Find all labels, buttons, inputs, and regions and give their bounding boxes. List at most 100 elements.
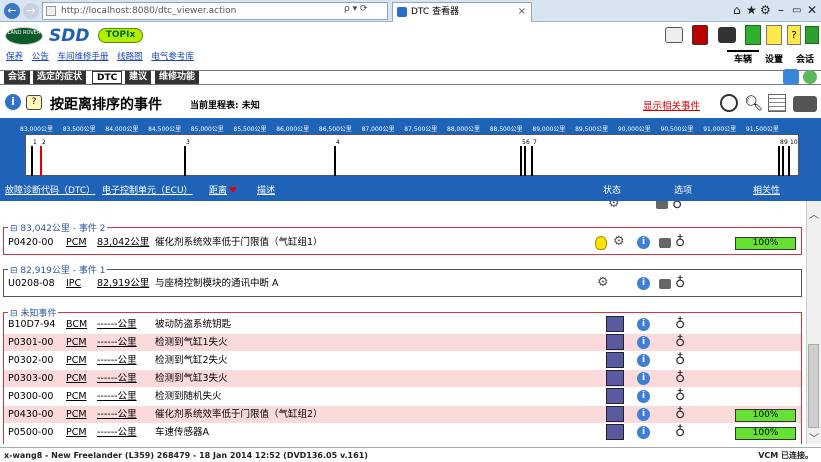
clock-icon[interactable] bbox=[720, 94, 738, 112]
ecu-link[interactable]: PCM bbox=[66, 334, 87, 351]
dtc-info-icon[interactable]: i bbox=[637, 318, 650, 331]
tab-vehicle[interactable]: 车辆 bbox=[727, 50, 759, 65]
distance-link[interactable]: ------公里 bbox=[97, 316, 137, 333]
table-row[interactable]: P0300-00 PCM ------公里 检测到随机失火 i ♁ bbox=[4, 388, 801, 405]
ecu-link[interactable]: PCM bbox=[66, 234, 87, 251]
printer-icon[interactable] bbox=[793, 96, 817, 112]
dtc-info-icon[interactable]: i bbox=[637, 408, 650, 421]
timeline-marker[interactable] bbox=[520, 146, 522, 176]
battery-icon[interactable] bbox=[745, 25, 761, 45]
scroll-down-icon[interactable]: ﹀ bbox=[809, 430, 819, 445]
stethoscope-icon[interactable]: ♁ bbox=[675, 317, 685, 331]
dtc-info-icon[interactable]: i bbox=[637, 390, 650, 403]
print-icon[interactable] bbox=[718, 27, 736, 43]
restore-button[interactable]: ▭ bbox=[792, 5, 801, 16]
tab-service-functions[interactable]: 维修功能 bbox=[155, 71, 200, 84]
ecu-link[interactable]: PCM bbox=[66, 406, 87, 423]
scrollbar-thumb[interactable] bbox=[808, 344, 819, 428]
stethoscope-icon[interactable]: ♁ bbox=[675, 425, 685, 439]
distance-link[interactable]: ------公里 bbox=[97, 388, 137, 405]
table-row[interactable]: P0500-00 PCM ------公里 车速传感器A i ♁ 100% bbox=[4, 424, 801, 441]
distance-link[interactable]: ------公里 bbox=[97, 352, 137, 369]
col-ecu[interactable]: 电子控制单元（ECU） bbox=[102, 182, 193, 201]
table-row[interactable]: B10D7-94 BCM ------公里 被动防盗系统钥匙 i ♁ bbox=[4, 316, 801, 333]
help-question-icon[interactable]: ? bbox=[787, 25, 801, 45]
tab-session-right[interactable]: 会话 bbox=[796, 52, 814, 65]
stethoscope-icon[interactable]: ♁ bbox=[675, 276, 685, 290]
freeze-frame-icon[interactable] bbox=[659, 238, 671, 248]
freeze-frame-icon[interactable] bbox=[656, 201, 668, 209]
favorites-star-icon[interactable]: ★ bbox=[746, 3, 757, 17]
minimize-button[interactable]: – bbox=[778, 3, 784, 17]
vehicle-network-icon[interactable] bbox=[783, 69, 799, 85]
stethoscope-icon[interactable]: ♁ bbox=[675, 407, 685, 421]
tab-selected-symptoms[interactable]: 选定的症状 bbox=[33, 71, 87, 84]
table-row[interactable]: P0301-00 PCM ------公里 检测到气缸1失火 i ♁ bbox=[4, 334, 801, 351]
freeze-frame-icon[interactable] bbox=[659, 279, 671, 289]
timeline-marker[interactable] bbox=[184, 146, 186, 176]
tab-close-icon[interactable]: × bbox=[518, 3, 526, 21]
vci-device-icon[interactable] bbox=[665, 27, 683, 43]
stethoscope-icon[interactable]: ♁ bbox=[675, 353, 685, 367]
dtc-info-icon[interactable]: i bbox=[637, 336, 650, 349]
timeline-marker[interactable] bbox=[334, 146, 336, 176]
browser-tab[interactable]: DTC 查看器 × bbox=[392, 2, 532, 22]
timeline-marker[interactable] bbox=[778, 146, 780, 176]
ecu-link[interactable]: PCM bbox=[66, 388, 87, 405]
timeline-marker[interactable] bbox=[31, 146, 33, 176]
distance-link[interactable]: ------公里 bbox=[97, 424, 137, 441]
col-description[interactable]: 描述 bbox=[257, 182, 275, 201]
link-bulletins[interactable]: 公告 bbox=[32, 52, 49, 62]
tab-session[interactable]: 会话 bbox=[4, 71, 31, 84]
dtc-info-icon[interactable]: i bbox=[637, 426, 650, 439]
address-bar[interactable]: http://localhost:8080/dtc_viewer.action bbox=[42, 2, 388, 20]
distance-link[interactable]: ------公里 bbox=[97, 370, 137, 387]
ecu-link[interactable]: PCM bbox=[66, 352, 87, 369]
ecu-link[interactable]: IPC bbox=[66, 275, 81, 292]
stethoscope-icon[interactable]: ♁ bbox=[675, 235, 685, 249]
ecu-link[interactable]: BCM bbox=[66, 316, 87, 333]
distance-link[interactable]: ------公里 bbox=[97, 406, 137, 423]
exit-icon[interactable] bbox=[805, 26, 819, 44]
link-wiring[interactable]: 线路图 bbox=[117, 52, 143, 62]
timeline-marker[interactable] bbox=[40, 146, 42, 176]
stethoscope-icon[interactable]: ♁ bbox=[675, 371, 685, 385]
search-icon[interactable]: 🔍︎ bbox=[744, 94, 763, 112]
info-icon[interactable]: i bbox=[5, 94, 21, 110]
link-maintenance[interactable]: 保养 bbox=[6, 52, 23, 62]
stethoscope-icon[interactable]: ♁ bbox=[675, 335, 685, 349]
link-workshop-manual[interactable]: 车间维修手册 bbox=[57, 52, 108, 62]
timeline-marker[interactable] bbox=[788, 146, 790, 176]
vcm-red-icon[interactable] bbox=[692, 25, 708, 45]
dtc-info-icon[interactable]: i bbox=[637, 236, 650, 249]
event-group-label[interactable]: ⊟ 83,042公里 - 事件 2 bbox=[8, 221, 108, 234]
forward-button[interactable]: → bbox=[23, 3, 39, 19]
address-bar-tools[interactable]: ρ ▾ ⟳ bbox=[344, 4, 368, 14]
table-row[interactable]: P0420-00 PCM 83,042公里 催化剂系统效率低于门限值（气缸组1） ⚙ i ♁… bbox=[4, 234, 801, 251]
distance-link[interactable]: 82,919公里 bbox=[97, 275, 149, 292]
tab-recommendations[interactable]: 建议 bbox=[125, 71, 152, 84]
list-icon[interactable] bbox=[768, 94, 786, 112]
distance-link[interactable]: ------公里 bbox=[97, 334, 137, 351]
scroll-up-icon[interactable]: ︿ bbox=[809, 206, 819, 221]
table-row[interactable]: U0208-08 IPC 82,919公里 与座椅控制模块的通讯中断 A ⚙ i ♁ bbox=[4, 275, 801, 292]
topix-logo[interactable]: TOPIx bbox=[98, 28, 143, 43]
timeline-marker[interactable] bbox=[782, 146, 784, 176]
show-related-events-link[interactable]: 显示相关事件 bbox=[643, 98, 700, 112]
dtc-info-icon[interactable]: i bbox=[637, 372, 650, 385]
stethoscope-icon[interactable]: ♁ bbox=[675, 389, 685, 403]
tab-dtc[interactable]: DTC bbox=[92, 71, 123, 84]
link-electrical-library[interactable]: 电气参考库 bbox=[151, 52, 194, 62]
stethoscope-icon[interactable]: ♁ bbox=[672, 201, 682, 211]
col-dtc[interactable]: 故障诊断代码（DTC） bbox=[5, 182, 95, 201]
timeline-marker[interactable] bbox=[531, 146, 533, 176]
close-window-button[interactable]: ✕ bbox=[807, 3, 817, 17]
ecu-link[interactable]: PCM bbox=[66, 424, 87, 441]
distance-link[interactable]: 83,042公里 bbox=[97, 234, 149, 251]
col-relevance[interactable]: 相关性 bbox=[753, 182, 780, 201]
table-row[interactable]: P0430-00 PCM ------公里 催化剂系统效率低于门限值（气缸组2） i ♁ 1… bbox=[4, 406, 801, 423]
dtc-info-icon[interactable]: i bbox=[637, 277, 650, 290]
col-distance[interactable]: 距离 bbox=[209, 182, 227, 201]
help-book-icon[interactable]: ? bbox=[26, 95, 42, 110]
settings-gear-icon[interactable]: ⚙ bbox=[760, 3, 771, 17]
